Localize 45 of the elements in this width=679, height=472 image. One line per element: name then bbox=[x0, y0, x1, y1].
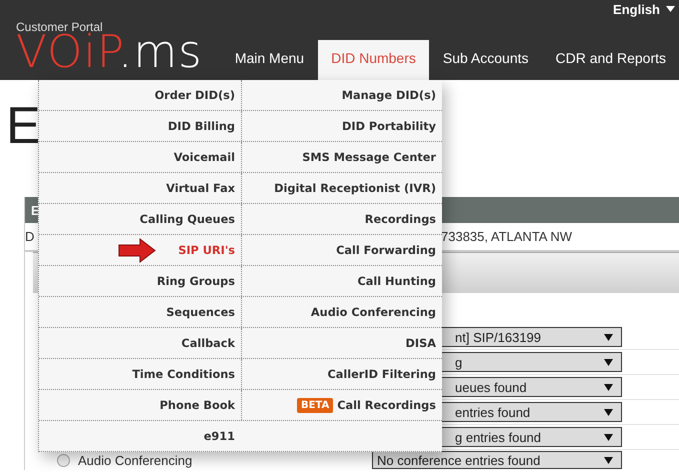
menu-item[interactable]: Ring Groups bbox=[39, 266, 241, 296]
menu-item[interactable]: Callback bbox=[39, 328, 241, 358]
arrow-icon bbox=[118, 238, 156, 262]
menu-item[interactable]: Calling Queues bbox=[39, 204, 241, 234]
menu-item[interactable]: Phone Book bbox=[39, 390, 241, 420]
menu-item[interactable]: Time Conditions bbox=[39, 359, 241, 389]
menu-item[interactable]: Order DID(s) bbox=[39, 80, 241, 110]
portal-label: Customer Portal bbox=[16, 20, 103, 34]
language-selector[interactable]: English bbox=[613, 0, 675, 18]
radio-button[interactable] bbox=[57, 454, 70, 466]
menu-item[interactable]: Audio Conferencing bbox=[241, 297, 442, 327]
caret-icon bbox=[604, 384, 613, 390]
caret-icon bbox=[604, 434, 613, 440]
menu-item[interactable]: CallerID Filtering bbox=[241, 359, 442, 389]
select-field[interactable]: No conference entries found bbox=[372, 451, 622, 469]
menu-item[interactable]: Digital Receptionist (IVR) bbox=[241, 173, 442, 203]
menu-item[interactable]: Call Forwarding bbox=[241, 235, 442, 265]
menu-item[interactable]: SIP URI's bbox=[39, 235, 241, 265]
row-label: Audio Conferencing bbox=[78, 452, 192, 468]
menu-item[interactable]: Voicemail bbox=[39, 142, 241, 172]
menu-item[interactable]: BETA Call Recordings bbox=[241, 390, 442, 420]
menu-item[interactable]: DID Billing bbox=[39, 111, 241, 141]
caret-icon bbox=[604, 358, 613, 366]
nav-tab[interactable]: Sub Accounts bbox=[430, 40, 542, 80]
page-heading: E bbox=[6, 96, 41, 157]
menu-item[interactable]: Sequences bbox=[39, 297, 241, 327]
menu-item[interactable]: Call Hunting bbox=[241, 266, 442, 296]
caret-icon bbox=[666, 6, 675, 12]
caret-icon bbox=[604, 456, 613, 464]
menu-item[interactable]: Virtual Fax bbox=[39, 173, 241, 203]
menu-item[interactable]: e911 bbox=[39, 421, 241, 451]
info-text: 733835, ATLANTA NW bbox=[441, 229, 572, 244]
caret-icon bbox=[604, 334, 613, 340]
nav-tab[interactable]: DID Numbers bbox=[318, 40, 429, 80]
menu-item[interactable]: Manage DID(s) bbox=[241, 80, 442, 110]
menu-item[interactable]: DID Portability bbox=[241, 111, 442, 141]
nav-tab[interactable]: Main Menu bbox=[222, 40, 318, 80]
caret-icon bbox=[604, 408, 613, 416]
info-text: D bbox=[25, 229, 36, 244]
beta-badge: BETA bbox=[296, 398, 334, 412]
logo[interactable]: VOiP.ms bbox=[16, 34, 203, 70]
menu-item[interactable]: SMS Message Center bbox=[241, 142, 442, 172]
menu-item[interactable]: Recordings bbox=[241, 204, 442, 234]
nav-tab[interactable]: CDR and Reports bbox=[542, 40, 679, 80]
menu-item[interactable]: DISA bbox=[241, 328, 442, 358]
